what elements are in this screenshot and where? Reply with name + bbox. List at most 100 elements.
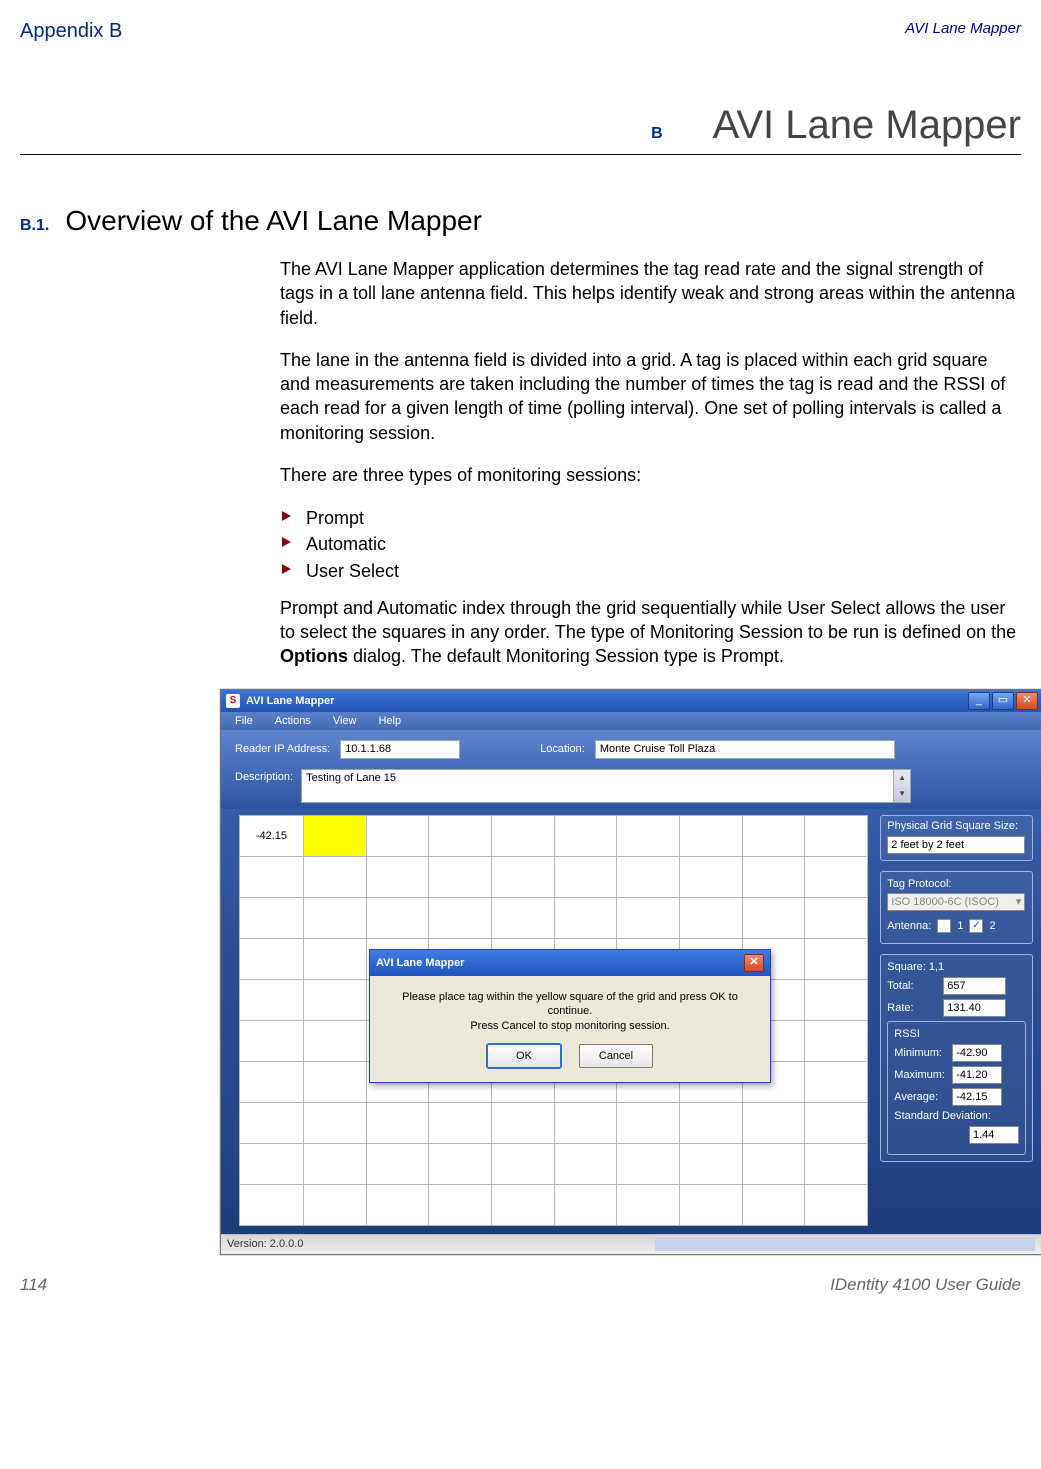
- grid-cell[interactable]: [805, 938, 868, 979]
- menu-view[interactable]: View: [333, 715, 357, 727]
- grid-cell[interactable]: [240, 856, 304, 897]
- grid-cell[interactable]: [303, 1143, 366, 1184]
- grid-cell[interactable]: [554, 815, 617, 856]
- grid-cell[interactable]: [366, 815, 429, 856]
- reader-ip-field[interactable]: 10.1.1.68: [340, 740, 460, 759]
- grid-cell[interactable]: [742, 1143, 805, 1184]
- grid-cell[interactable]: [366, 897, 429, 938]
- grid-cell[interactable]: [491, 1184, 554, 1225]
- grid-cell[interactable]: [303, 979, 366, 1020]
- grid-cell[interactable]: [554, 897, 617, 938]
- menu-actions[interactable]: Actions: [275, 715, 311, 727]
- grid-cell[interactable]: [491, 1102, 554, 1143]
- grid-cell[interactable]: [429, 1102, 492, 1143]
- maximize-button[interactable]: ▭: [992, 692, 1014, 710]
- grid-cell[interactable]: [240, 1061, 304, 1102]
- grid-cell[interactable]: [680, 897, 743, 938]
- grid-cell[interactable]: [554, 1184, 617, 1225]
- grid-cell[interactable]: [491, 856, 554, 897]
- grid-cell[interactable]: [554, 1143, 617, 1184]
- grid-cell[interactable]: [617, 1102, 680, 1143]
- grid-cell[interactable]: [303, 938, 366, 979]
- grid-cell[interactable]: [680, 1143, 743, 1184]
- grid-cell[interactable]: [366, 1102, 429, 1143]
- grid-cell[interactable]: [491, 1143, 554, 1184]
- grid-cell[interactable]: [303, 897, 366, 938]
- grid-cell[interactable]: [429, 856, 492, 897]
- grid-cell[interactable]: [366, 1143, 429, 1184]
- window-titlebar[interactable]: S AVI Lane Mapper _ ▭ ✕: [221, 690, 1041, 712]
- grid-cell[interactable]: [491, 897, 554, 938]
- bullet-user-select: User Select: [280, 558, 1021, 584]
- grid-cell[interactable]: [617, 1184, 680, 1225]
- bullet-prompt: Prompt: [280, 505, 1021, 531]
- menu-help[interactable]: Help: [378, 715, 401, 727]
- grid-cell[interactable]: [240, 938, 304, 979]
- grid-cell[interactable]: [617, 897, 680, 938]
- grid-cell[interactable]: [617, 1143, 680, 1184]
- grid-cell[interactable]: [240, 897, 304, 938]
- ok-button[interactable]: OK: [487, 1044, 561, 1068]
- scroll-down-icon[interactable]: ▼: [894, 786, 910, 802]
- grid-cell[interactable]: [805, 897, 868, 938]
- antenna2-checkbox[interactable]: ✓: [969, 919, 983, 933]
- grid-cell[interactable]: [429, 815, 492, 856]
- location-field[interactable]: Monte Cruise Toll Plaza: [595, 740, 895, 759]
- grid-cell-0-0[interactable]: -42.15: [240, 815, 304, 856]
- grid-cell[interactable]: [680, 856, 743, 897]
- grid-cell[interactable]: [554, 1102, 617, 1143]
- grid-cell[interactable]: [805, 979, 868, 1020]
- grid-cell[interactable]: [303, 1020, 366, 1061]
- grid-cell[interactable]: [742, 856, 805, 897]
- close-button[interactable]: ✕: [1016, 692, 1038, 710]
- grid-cell[interactable]: [366, 1184, 429, 1225]
- grid-cell[interactable]: [805, 1061, 868, 1102]
- grid-cell[interactable]: [805, 1102, 868, 1143]
- dialog-close-button[interactable]: ✕: [744, 954, 764, 972]
- grid-cell-0-1[interactable]: [303, 815, 366, 856]
- cancel-button[interactable]: Cancel: [579, 1044, 653, 1068]
- grid-cell[interactable]: [303, 856, 366, 897]
- grid-cell[interactable]: [805, 1020, 868, 1061]
- grid-cell[interactable]: [680, 1184, 743, 1225]
- grid-cell[interactable]: [680, 815, 743, 856]
- grid-cell[interactable]: [240, 1020, 304, 1061]
- menu-file[interactable]: File: [235, 715, 253, 727]
- grid-cell[interactable]: [303, 1184, 366, 1225]
- grid-cell[interactable]: [429, 1143, 492, 1184]
- grid-cell[interactable]: [240, 1143, 304, 1184]
- grid-cell[interactable]: [680, 1102, 743, 1143]
- antenna1-checkbox[interactable]: [937, 919, 951, 933]
- grid-cell[interactable]: [240, 1184, 304, 1225]
- description-field[interactable]: Testing of Lane 15 ▲ ▼: [301, 769, 911, 803]
- grid-cell[interactable]: [491, 815, 554, 856]
- minimize-button[interactable]: _: [968, 692, 990, 710]
- grid-cell[interactable]: [303, 1061, 366, 1102]
- grid-cell[interactable]: [240, 1102, 304, 1143]
- grid-cell[interactable]: [303, 1102, 366, 1143]
- section-title: Overview of the AVI Lane Mapper: [65, 205, 482, 237]
- grid-cell[interactable]: [805, 856, 868, 897]
- scroll-up-icon[interactable]: ▲: [894, 770, 910, 786]
- dialog-title: AVI Lane Mapper: [376, 957, 464, 969]
- app-window: S AVI Lane Mapper _ ▭ ✕ File Actions Vie…: [220, 689, 1041, 1255]
- tag-protocol-select[interactable]: ISO 18000-6C (ISOC) ▾: [887, 893, 1025, 911]
- grid-cell[interactable]: [617, 815, 680, 856]
- reader-ip-label: Reader IP Address:: [235, 743, 330, 755]
- window-title: AVI Lane Mapper: [246, 695, 334, 707]
- grid-cell[interactable]: [554, 856, 617, 897]
- grid-cell[interactable]: [240, 979, 304, 1020]
- grid-cell[interactable]: [429, 1184, 492, 1225]
- grid-cell[interactable]: [742, 815, 805, 856]
- grid-cell[interactable]: [805, 1184, 868, 1225]
- rssi-max-label: Maximum:: [894, 1069, 946, 1081]
- grid-cell[interactable]: [805, 1143, 868, 1184]
- grid-cell[interactable]: [429, 897, 492, 938]
- physical-grid-field[interactable]: 2 feet by 2 feet: [887, 836, 1025, 854]
- grid-cell[interactable]: [366, 856, 429, 897]
- grid-cell[interactable]: [742, 1184, 805, 1225]
- grid-cell[interactable]: [805, 815, 868, 856]
- grid-cell[interactable]: [742, 897, 805, 938]
- grid-cell[interactable]: [742, 1102, 805, 1143]
- grid-cell[interactable]: [617, 856, 680, 897]
